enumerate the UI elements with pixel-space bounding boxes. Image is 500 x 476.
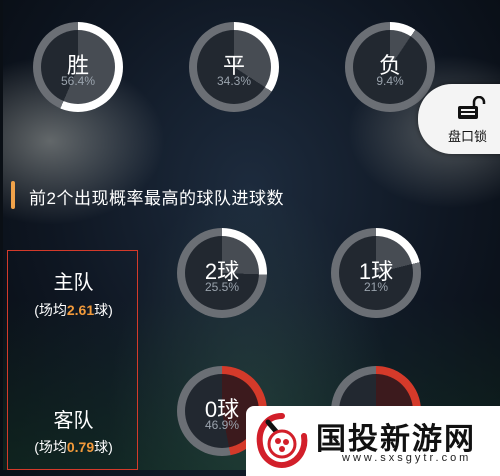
watermark-logo-icon [256, 413, 308, 468]
draw-probability-ring: 平 34.3% [189, 22, 279, 112]
home-1-goal-ring: 1球 21% [331, 228, 421, 318]
away-average-prefix: (场均 [34, 439, 67, 455]
handicap-lock-button[interactable]: 盘口锁 [418, 84, 500, 154]
loss-probability-ring: 负 9.4% [345, 22, 435, 112]
away-average-value: 0.79 [66, 439, 95, 455]
home-average-value: 2.61 [66, 302, 95, 318]
win-percentage: 56.4% [60, 74, 96, 88]
away-average-goals: (场均0.79球) [8, 437, 139, 457]
left-edge [0, 0, 3, 470]
section-title: 前2个出现概率最高的球队进球数 [29, 189, 284, 208]
home-2-goals-ring: 2球 25.5% [177, 228, 267, 318]
site-watermark: 国投新游网 www.sxsgytr.com [246, 406, 500, 476]
handicap-lock-label: 盘口锁 [448, 129, 488, 144]
home-average-prefix: (场均 [34, 302, 67, 318]
unlocked-padlock-icon [458, 96, 486, 119]
away-team-name: 客队 [53, 410, 94, 432]
teams-panel: 主队 (场均2.61球) 客队 (场均0.79球) [7, 250, 138, 470]
win-probability-ring: 胜 56.4% [33, 22, 123, 112]
watermark-url: www.sxsgytr.com [342, 452, 472, 464]
loss-percentage: 9.4% [376, 74, 404, 88]
home-2-goals-percentage: 25.5% [204, 280, 240, 294]
draw-percentage: 34.3% [216, 74, 252, 88]
home-1-goal-percentage: 21% [363, 280, 389, 294]
home-average-goals: (场均2.61球) [8, 300, 139, 320]
section-accent-bar [11, 181, 15, 209]
home-average-suffix: 球) [94, 302, 113, 318]
away-average-suffix: 球) [94, 439, 113, 455]
home-team-name: 主队 [53, 272, 94, 294]
